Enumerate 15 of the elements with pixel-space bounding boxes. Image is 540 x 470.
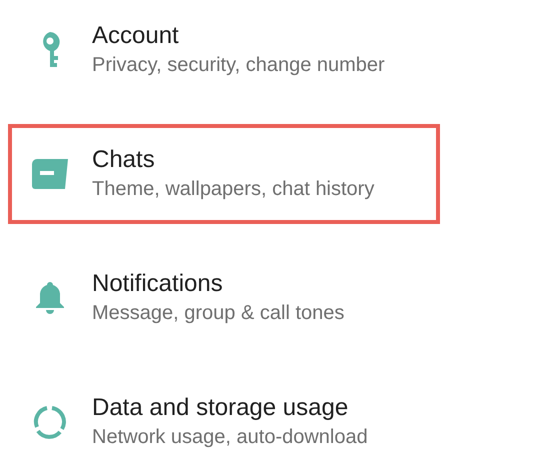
settings-item[interactable]: Data and storage usage Network usage, auto-download	[8, 372, 440, 470]
setting-title: Chats	[92, 145, 156, 175]
chat-icon	[32, 159, 68, 189]
setting-title: Notifications	[92, 269, 224, 299]
settings-item[interactable]: Account Privacy, security, change number	[8, 0, 440, 100]
settings-item[interactable]: Notifications Message, group & call tones	[8, 248, 440, 348]
setting-subtitle: Privacy, security, change number	[92, 53, 385, 78]
data-usage-icon	[33, 405, 67, 439]
setting-title: Data and storage usage	[92, 393, 350, 423]
bell-icon	[36, 282, 64, 314]
setting-subtitle: Theme, wallpapers, chat history	[92, 177, 374, 202]
setting-title: Account	[92, 21, 180, 51]
setting-subtitle: Message, group & call tones	[92, 301, 344, 326]
setting-subtitle: Network usage, auto-download	[92, 425, 368, 450]
settings-item[interactable]: Chats Theme, wallpapers, chat history	[8, 124, 440, 224]
